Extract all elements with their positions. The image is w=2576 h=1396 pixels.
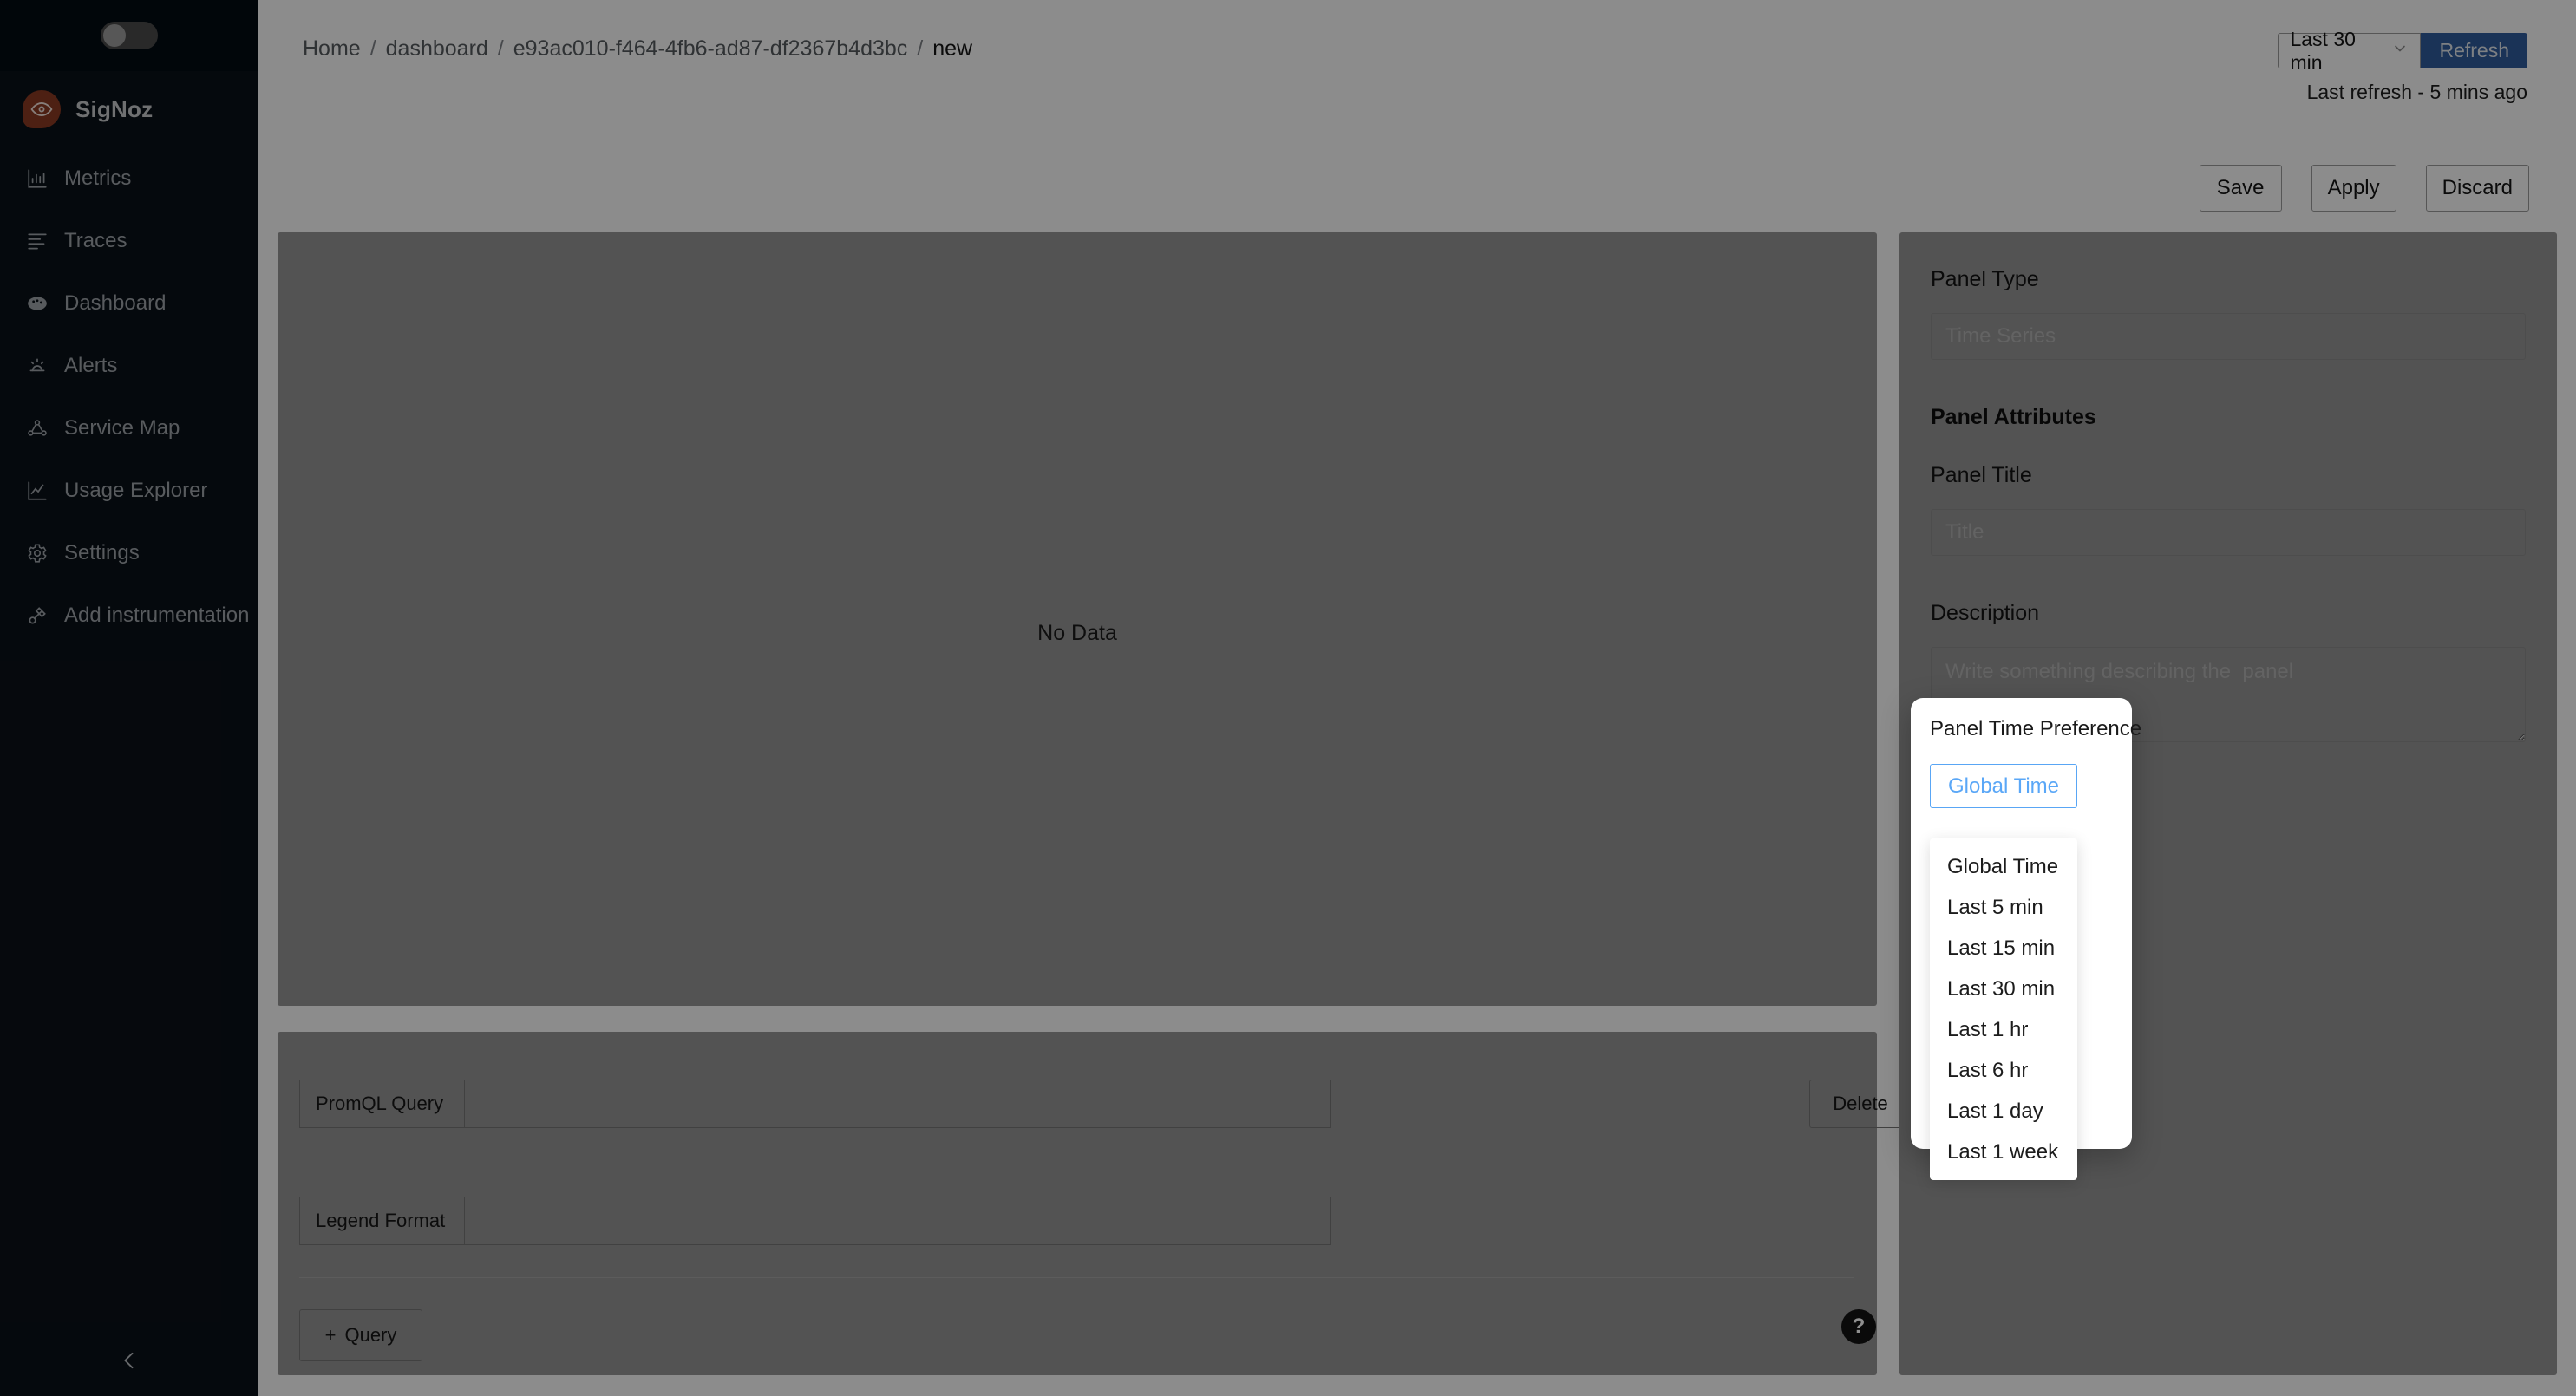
breadcrumb-item-dashboard-id[interactable]: e93ac010-f464-4fb6-ad87-df2367b4d3bc — [513, 36, 908, 62]
last-refresh-status: Last refresh - 5 mins ago — [2306, 81, 2527, 103]
sidebar-item-traces[interactable]: Traces — [0, 210, 258, 272]
no-data-message: No Data — [1037, 621, 1117, 645]
promql-query-label: PromQL Query — [299, 1080, 464, 1128]
panel-action-buttons: Save Apply Discard — [2199, 165, 2529, 212]
panel-time-preference-popup: Panel Time Preference Global Time Global… — [1911, 698, 2142, 1180]
plug-icon — [24, 603, 50, 629]
signoz-eye-icon — [23, 90, 61, 128]
apply-button[interactable]: Apply — [2311, 165, 2396, 212]
panel-title-input[interactable] — [1931, 509, 2526, 556]
breadcrumb-separator: / — [369, 36, 376, 61]
save-button[interactable]: Save — [2199, 165, 2282, 212]
add-query-label: Query — [344, 1324, 397, 1346]
sidebar-item-label: Settings — [64, 541, 140, 564]
time-option-last-15-min[interactable]: Last 15 min — [1930, 928, 2077, 969]
top-bar: Home / dashboard / e93ac010-f464-4fb6-ad… — [258, 0, 2576, 139]
time-range-select[interactable]: Last 30 min — [2278, 28, 2422, 74]
line-chart-icon — [24, 478, 50, 504]
sidebar-collapse-button[interactable] — [0, 1328, 258, 1396]
sidebar-item-label: Dashboard — [64, 291, 167, 315]
section-divider — [299, 1277, 1854, 1278]
sidebar-item-usage-explorer[interactable]: Usage Explorer — [0, 460, 258, 522]
service-map-icon — [24, 415, 50, 441]
sidebar: SigNoz Metrics Traces Dashboard Alerts S… — [0, 0, 258, 1396]
sidebar-item-label: Service Map — [64, 416, 180, 440]
sidebar-item-label: Add instrumentation — [64, 603, 250, 627]
dashboard-icon — [24, 290, 50, 316]
delete-query-button[interactable]: Delete — [1809, 1080, 1912, 1128]
sidebar-item-label: Metrics — [64, 166, 132, 190]
main-content: Home / dashboard / e93ac010-f464-4fb6-ad… — [258, 0, 2576, 1396]
breadcrumb-item-dashboard[interactable]: dashboard — [386, 36, 488, 62]
panel-time-options-list: Global Time Last 5 min Last 15 min Last … — [1930, 838, 2077, 1180]
breadcrumb-item-new: new — [932, 36, 973, 61]
panel-time-select[interactable]: Global Time — [1930, 764, 2077, 808]
promql-query-row: PromQL Query — [299, 1080, 1331, 1128]
sidebar-item-metrics[interactable]: Metrics — [0, 147, 258, 210]
plus-icon: + — [324, 1324, 337, 1346]
time-option-global-time[interactable]: Global Time — [1930, 846, 2077, 887]
time-option-last-1-day[interactable]: Last 1 day — [1930, 1091, 2077, 1132]
chevron-down-icon — [2391, 39, 2409, 62]
breadcrumb-item-home[interactable]: Home — [303, 36, 361, 62]
breadcrumb: Home / dashboard / e93ac010-f464-4fb6-ad… — [303, 36, 972, 62]
discard-button[interactable]: Discard — [2425, 165, 2529, 212]
help-icon[interactable]: ? — [1841, 1309, 1876, 1344]
time-option-last-1-week[interactable]: Last 1 week — [1930, 1132, 2077, 1172]
bar-chart-icon — [24, 166, 50, 192]
panel-type-input[interactable] — [1931, 313, 2526, 360]
chart-preview-panel: No Data — [278, 232, 1877, 1006]
legend-format-label: Legend Format — [299, 1197, 464, 1245]
sidebar-item-settings[interactable]: Settings — [0, 522, 258, 584]
refresh-button[interactable]: Refresh — [2421, 33, 2527, 68]
time-option-last-1-hr[interactable]: Last 1 hr — [1930, 1009, 2077, 1050]
sidebar-item-service-map[interactable]: Service Map — [0, 397, 258, 460]
sidebar-item-label: Traces — [64, 229, 127, 252]
time-option-last-5-min[interactable]: Last 5 min — [1930, 887, 2077, 928]
description-label: Description — [1931, 601, 2040, 625]
sidebar-header — [0, 0, 258, 71]
time-option-last-6-hr[interactable]: Last 6 hr — [1930, 1050, 2077, 1091]
panel-attributes-heading: Panel Attributes — [1931, 405, 2096, 429]
sidebar-item-label: Alerts — [64, 354, 118, 377]
brand-name: SigNoz — [75, 95, 154, 122]
promql-query-input[interactable] — [464, 1080, 1331, 1128]
sidebar-item-label: Usage Explorer — [64, 479, 208, 502]
breadcrumb-separator: / — [917, 36, 924, 61]
alert-bell-icon — [24, 353, 50, 379]
sidebar-item-add-instrumentation[interactable]: Add instrumentation — [0, 584, 258, 647]
panel-title-label: Panel Title — [1931, 463, 2032, 487]
legend-format-row: Legend Format — [299, 1197, 1331, 1245]
align-left-icon — [24, 228, 50, 254]
panel-time-preference-title: Panel Time Preference — [1930, 717, 2142, 740]
query-builder-section: PromQL Query Legend Format Delete ? + Qu… — [278, 1032, 1912, 1375]
app-root: SigNoz Metrics Traces Dashboard Alerts S… — [0, 0, 2576, 1396]
breadcrumb-separator: / — [497, 36, 504, 61]
dark-mode-toggle[interactable] — [101, 22, 158, 49]
panel-type-label: Panel Type — [1931, 267, 2039, 291]
gear-icon — [24, 540, 50, 566]
add-query-button[interactable]: + Query — [299, 1309, 422, 1361]
time-range-value: Last 30 min — [2290, 27, 2356, 74]
chevron-left-icon — [117, 1348, 141, 1377]
time-option-last-30-min[interactable]: Last 30 min — [1930, 969, 2077, 1009]
legend-format-input[interactable] — [464, 1197, 1331, 1245]
sidebar-item-dashboard[interactable]: Dashboard — [0, 272, 258, 335]
toggle-knob — [103, 24, 126, 47]
brand-logo-link[interactable]: SigNoz — [0, 71, 258, 147]
time-range-controls: Last 30 min Refresh — [2278, 28, 2527, 74]
sidebar-item-alerts[interactable]: Alerts — [0, 335, 258, 397]
